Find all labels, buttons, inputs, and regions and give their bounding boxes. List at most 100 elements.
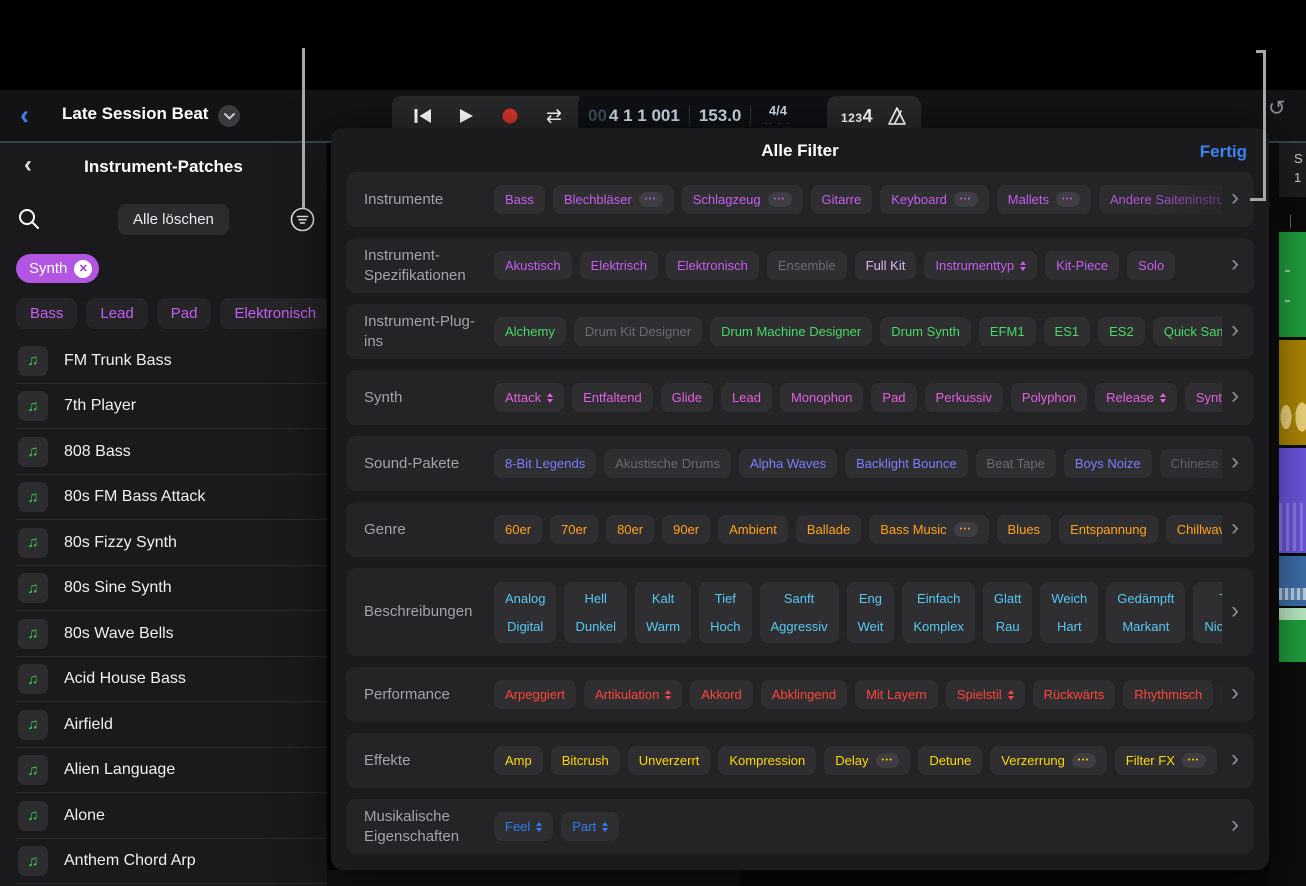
filter-tag[interactable]: Abklingend: [761, 680, 847, 709]
filter-tag[interactable]: Chillwave: [1166, 515, 1222, 544]
project-dropdown-button[interactable]: [218, 105, 240, 127]
filter-tag[interactable]: EinfachKomplex: [902, 582, 975, 643]
row-more-chevron-icon[interactable]: ›: [1222, 186, 1248, 213]
solo-label[interactable]: S: [1279, 149, 1306, 168]
patch-row[interactable]: ♫7th Player: [0, 384, 327, 430]
filter-tag[interactable]: Drum Kit Designer: [574, 317, 702, 346]
patch-row[interactable]: ♫Airfield: [0, 702, 327, 748]
category-tag-lead[interactable]: Lead: [86, 298, 147, 329]
filter-tag[interactable]: Blechbläser•••: [553, 185, 674, 214]
metronome-button[interactable]: [887, 107, 907, 125]
filter-tag[interactable]: Instrumenttyp: [924, 251, 1037, 280]
filter-tag[interactable]: Alchemy: [494, 317, 566, 346]
filter-tag[interactable]: Polyphon: [1011, 383, 1087, 412]
filter-tag[interactable]: HellDunkel: [564, 582, 626, 643]
purple-midi-region[interactable]: [1279, 448, 1306, 553]
filter-tag[interactable]: Anhaltend: [1221, 680, 1222, 709]
patch-row[interactable]: ♫FM Trunk Bass: [0, 338, 327, 384]
filter-tag[interactable]: Backlight Bounce: [845, 449, 967, 478]
filter-tag[interactable]: Chinese Traditional: [1160, 449, 1222, 478]
patch-row[interactable]: ♫808 Bass: [0, 429, 327, 475]
patch-row[interactable]: ♫80s Wave Bells: [0, 611, 327, 657]
filter-tag[interactable]: KaltWarm: [635, 582, 691, 643]
filter-icon[interactable]: [290, 207, 315, 232]
filter-tag[interactable]: Akkord: [690, 680, 752, 709]
filter-tag[interactable]: Boys Noize: [1064, 449, 1152, 478]
row-more-chevron-icon[interactable]: ›: [1222, 747, 1248, 774]
patch-row[interactable]: ♫Anthem Chord Arp: [0, 839, 327, 885]
filter-tag[interactable]: GedämpftMarkant: [1106, 582, 1185, 643]
filter-tag[interactable]: Quick Sampler: [1153, 317, 1222, 346]
filter-tag[interactable]: Artikulation: [584, 680, 682, 709]
filter-tag[interactable]: Ballade: [796, 515, 861, 544]
selected-filter-tag-synth[interactable]: Synth ✕: [16, 254, 99, 283]
more-dots-icon[interactable]: •••: [1056, 192, 1080, 207]
filter-tag[interactable]: Amp: [494, 746, 543, 775]
filter-tag[interactable]: Bass: [494, 185, 545, 214]
filter-tag[interactable]: Bitcrush: [551, 746, 620, 775]
filter-tag[interactable]: Full Kit: [855, 251, 917, 280]
filter-tag[interactable]: Ambient: [718, 515, 788, 544]
olive-audio-region[interactable]: [1279, 340, 1306, 445]
category-tag-pad[interactable]: Pad: [157, 298, 212, 329]
project-title[interactable]: Late Session Beat: [62, 104, 208, 124]
record-button[interactable]: [495, 101, 525, 131]
done-button[interactable]: Fertig: [1194, 141, 1253, 163]
filter-tag[interactable]: Kit-Piece: [1045, 251, 1119, 280]
row-more-chevron-icon[interactable]: ›: [1222, 813, 1248, 840]
filter-tag[interactable]: Pad: [871, 383, 916, 412]
filter-tag[interactable]: Lead: [721, 383, 772, 412]
cycle-button[interactable]: ⇄: [539, 101, 569, 131]
filter-tag[interactable]: Blues: [997, 515, 1052, 544]
filter-tag[interactable]: Solo: [1127, 251, 1175, 280]
patch-row[interactable]: ♫80s Fizzy Synth: [0, 520, 327, 566]
filter-tag[interactable]: Verzerrung•••: [990, 746, 1106, 775]
filter-tag[interactable]: Schlagzeug•••: [682, 185, 803, 214]
category-tag-elektronisch[interactable]: Elektronisch: [220, 298, 327, 329]
filter-tag[interactable]: Release: [1095, 383, 1177, 412]
filter-tag[interactable]: Bass Music•••: [869, 515, 988, 544]
more-dots-icon[interactable]: •••: [954, 192, 978, 207]
patch-row[interactable]: ♫Acid House Bass: [0, 657, 327, 703]
undo-icon[interactable]: ↺: [1268, 96, 1286, 121]
clear-all-button[interactable]: Alle löschen: [118, 204, 229, 235]
filter-tag[interactable]: Synthesetyp: [1185, 383, 1222, 412]
remove-tag-icon[interactable]: ✕: [74, 260, 92, 278]
skip-to-start-button[interactable]: [407, 101, 437, 131]
more-dots-icon[interactable]: •••: [954, 522, 978, 537]
more-dots-icon[interactable]: •••: [1072, 753, 1096, 768]
row-more-chevron-icon[interactable]: ›: [1222, 318, 1248, 345]
more-dots-icon[interactable]: •••: [768, 192, 792, 207]
filter-tag[interactable]: TiefHoch: [699, 582, 751, 643]
filter-tag[interactable]: Beat Tape: [976, 449, 1056, 478]
filter-tag[interactable]: Kompression: [718, 746, 816, 775]
filter-tag[interactable]: Part: [561, 812, 619, 841]
patch-row[interactable]: ♫Alone: [0, 793, 327, 839]
filter-tag[interactable]: Filter FX•••: [1115, 746, 1217, 775]
filter-tag[interactable]: TonalNicht tonal: [1193, 582, 1222, 643]
row-more-chevron-icon[interactable]: ›: [1222, 516, 1248, 543]
count-in-button[interactable]: 1234: [841, 106, 873, 127]
filter-tag[interactable]: ES2: [1098, 317, 1145, 346]
filter-tag[interactable]: Rhythmisch: [1123, 680, 1213, 709]
search-icon[interactable]: [17, 207, 41, 231]
filter-tag[interactable]: Mit Layern: [855, 680, 938, 709]
filter-tag[interactable]: Entspannung: [1059, 515, 1158, 544]
patch-row[interactable]: ♫80s Sine Synth: [0, 566, 327, 612]
filter-tag[interactable]: 80er: [606, 515, 654, 544]
patch-row[interactable]: ♫80s FM Bass Attack: [0, 475, 327, 521]
filter-tag[interactable]: 60er: [494, 515, 542, 544]
filter-tag[interactable]: Ensemble: [767, 251, 847, 280]
filter-tag[interactable]: WeichHart: [1040, 582, 1098, 643]
filter-tag[interactable]: 8-Bit Legends: [494, 449, 596, 478]
category-tag-bass[interactable]: Bass: [16, 298, 77, 329]
row-more-chevron-icon[interactable]: ›: [1222, 599, 1248, 626]
back-chevron-icon[interactable]: ‹: [20, 98, 29, 132]
filter-tag[interactable]: Detune: [918, 746, 982, 775]
filter-tag[interactable]: SanftAggressiv: [760, 582, 839, 643]
more-dots-icon[interactable]: •••: [639, 192, 663, 207]
filter-tag[interactable]: Gitarre: [811, 185, 873, 214]
filter-tag[interactable]: ES1: [1044, 317, 1091, 346]
play-button[interactable]: [451, 101, 481, 131]
more-dots-icon[interactable]: •••: [876, 753, 900, 768]
